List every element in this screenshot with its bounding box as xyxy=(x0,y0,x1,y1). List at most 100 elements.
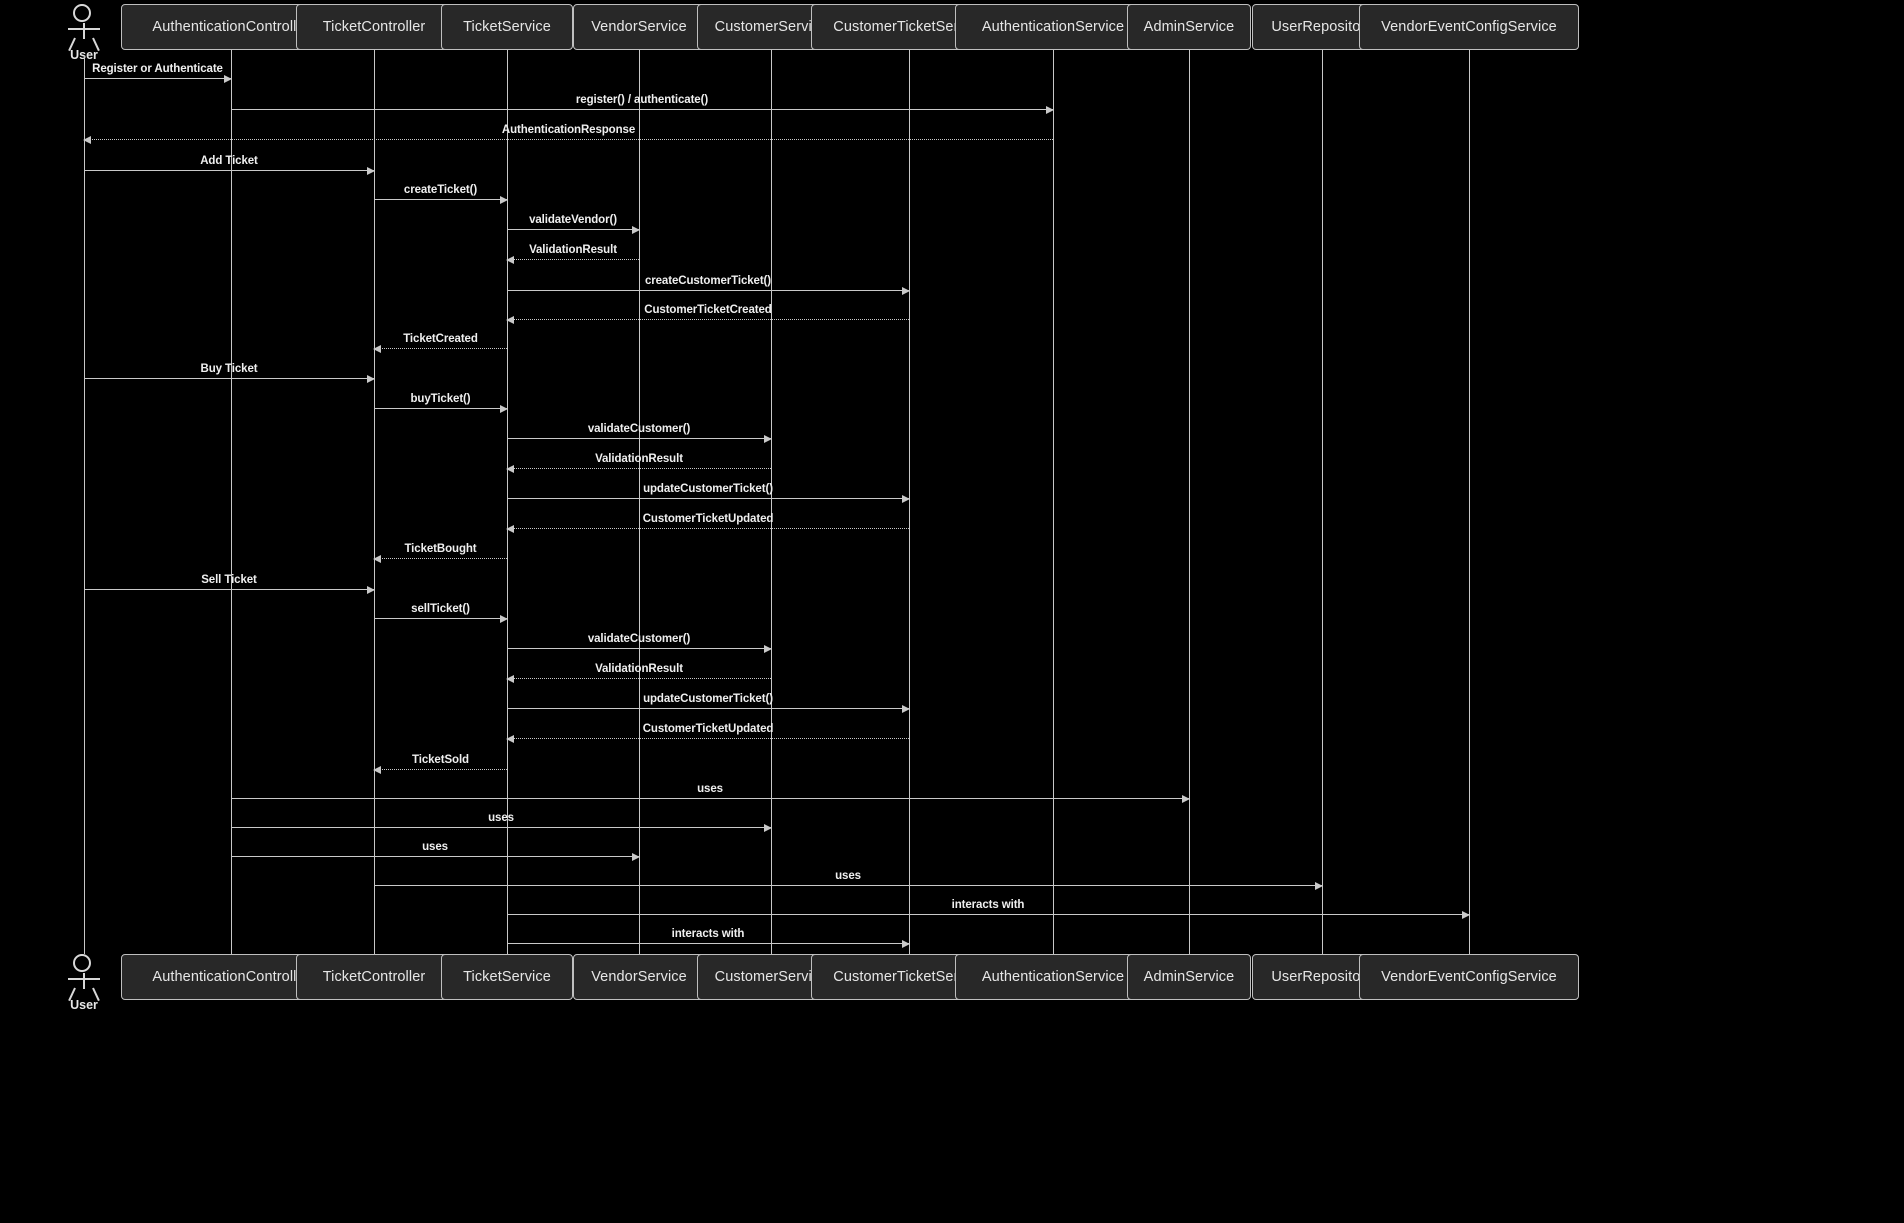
arrowhead-icon xyxy=(506,735,514,743)
message-label: uses xyxy=(835,870,861,882)
actor-label-bottom: User xyxy=(70,998,98,1012)
participant-box-vendorservice-bottom[interactable]: VendorService xyxy=(573,954,705,1000)
arrowhead-icon xyxy=(506,316,514,324)
arrowhead-icon xyxy=(902,940,910,948)
message-label: updateCustomerTicket() xyxy=(643,693,773,705)
message-arrow: CustomerTicketUpdated xyxy=(506,723,909,743)
message-arrow: CustomerTicketUpdated xyxy=(506,513,909,533)
arrowhead-icon xyxy=(373,555,381,563)
participant-label-authenticationcontroller: AuthenticationController xyxy=(152,19,310,35)
participant-label-vendorservice: VendorService xyxy=(591,969,687,985)
lifeline-vendoreventconfigservice xyxy=(1469,50,1470,954)
message-label: CustomerTicketUpdated xyxy=(642,723,774,735)
message-label: TicketCreated xyxy=(403,333,478,345)
participant-box-ticketservice-top[interactable]: TicketService xyxy=(441,4,573,50)
arrowhead-icon xyxy=(224,75,232,83)
message-label: TicketSold xyxy=(412,754,469,766)
participant-box-ticketcontroller-top[interactable]: TicketController xyxy=(296,4,452,50)
arrowhead-icon xyxy=(902,495,910,503)
message-label: interacts with xyxy=(951,899,1025,911)
participant-label-ticketservice: TicketService xyxy=(463,19,551,35)
message-label: validateCustomer() xyxy=(587,633,691,645)
message-arrow: uses xyxy=(231,812,772,832)
message-label: ValidationResult xyxy=(595,663,683,675)
message-arrow: register() / authenticate() xyxy=(231,94,1054,114)
message-arrow: sellTicket() xyxy=(374,603,508,623)
message-arrow: Register or Authenticate xyxy=(84,63,232,83)
message-arrow: createTicket() xyxy=(374,184,508,204)
message-label: ValidationResult xyxy=(595,453,683,465)
message-arrow: CustomerTicketCreated xyxy=(506,304,909,324)
participant-label-vendoreventconfigservice: VendorEventConfigService xyxy=(1381,969,1557,985)
arrowhead-icon xyxy=(367,586,375,594)
message-label: Add Ticket xyxy=(200,155,258,167)
message-label: updateCustomerTicket() xyxy=(643,483,773,495)
participant-box-vendorservice-top[interactable]: VendorService xyxy=(573,4,705,50)
participant-box-vendoreventconfigservice-top[interactable]: VendorEventConfigService xyxy=(1359,4,1579,50)
participant-label-ticketservice: TicketService xyxy=(463,969,551,985)
participant-box-adminservice-bottom[interactable]: AdminService xyxy=(1127,954,1251,1000)
arrowhead-icon xyxy=(373,766,381,774)
message-arrow: TicketCreated xyxy=(373,333,507,353)
message-arrow: validateCustomer() xyxy=(507,633,772,653)
message-label: sellTicket() xyxy=(411,603,470,615)
message-arrow: TicketSold xyxy=(373,754,507,774)
actor-head-icon xyxy=(73,4,91,22)
arrowhead-icon xyxy=(506,525,514,533)
message-label: CustomerTicketUpdated xyxy=(642,513,774,525)
participant-box-adminservice-top[interactable]: AdminService xyxy=(1127,4,1251,50)
participant-label-ticketcontroller: TicketController xyxy=(322,969,426,985)
message-arrow: validateVendor() xyxy=(507,214,640,234)
message-label: AuthenticationResponse xyxy=(501,124,636,136)
participant-box-ticketcontroller-bottom[interactable]: TicketController xyxy=(296,954,452,1000)
message-arrow: Add Ticket xyxy=(84,155,375,175)
participant-box-vendoreventconfigservice-bottom[interactable]: VendorEventConfigService xyxy=(1359,954,1579,1000)
message-arrow: interacts with xyxy=(507,899,1470,919)
message-arrow: TicketBought xyxy=(373,543,507,563)
message-arrow: Buy Ticket xyxy=(84,363,375,383)
participant-label-authenticationservice: AuthenticationService xyxy=(981,969,1125,985)
message-arrow: createCustomerTicket() xyxy=(507,275,910,295)
message-arrow: uses xyxy=(231,783,1190,803)
message-label: TicketBought xyxy=(404,543,477,555)
message-arrow: ValidationResult xyxy=(506,453,771,473)
participant-box-authenticationservice-top[interactable]: AuthenticationService xyxy=(955,4,1151,50)
message-label: createTicket() xyxy=(403,184,478,196)
arrowhead-icon xyxy=(506,675,514,683)
lifeline-userrepository xyxy=(1322,50,1323,954)
participant-box-ticketservice-bottom[interactable]: TicketService xyxy=(441,954,573,1000)
message-label: ValidationResult xyxy=(529,244,617,256)
sequence-diagram-canvas: User User Register or Authenticate regist… xyxy=(0,0,1904,1223)
lifeline-authenticationservice xyxy=(1053,50,1054,954)
arrowhead-icon xyxy=(83,136,91,144)
participant-label-authenticationcontroller: AuthenticationController xyxy=(152,969,310,985)
message-label: validateCustomer() xyxy=(587,423,691,435)
arrowhead-icon xyxy=(500,615,508,623)
actor-body-icon xyxy=(83,973,85,989)
participant-label-userrepository: UserRepository xyxy=(1271,19,1373,35)
actor-arms-icon xyxy=(68,28,100,30)
arrowhead-icon xyxy=(367,375,375,383)
message-arrow: ValidationResult xyxy=(506,244,639,264)
arrowhead-icon xyxy=(1315,882,1323,890)
lifeline-adminservice xyxy=(1189,50,1190,954)
arrowhead-icon xyxy=(1046,106,1054,114)
arrowhead-icon xyxy=(500,405,508,413)
message-arrow: Sell Ticket xyxy=(84,574,375,594)
message-arrow: validateCustomer() xyxy=(507,423,772,443)
message-label: Register or Authenticate xyxy=(92,63,223,75)
arrowhead-icon xyxy=(1182,795,1190,803)
arrowhead-icon xyxy=(764,824,772,832)
participant-label-adminservice: AdminService xyxy=(1143,19,1235,35)
message-label: interacts with xyxy=(671,928,745,940)
message-label: createCustomerTicket() xyxy=(644,275,772,287)
actor-body-icon xyxy=(83,23,85,39)
message-arrow: updateCustomerTicket() xyxy=(507,483,910,503)
arrowhead-icon xyxy=(506,256,514,264)
participant-label-vendoreventconfigservice: VendorEventConfigService xyxy=(1381,19,1557,35)
message-arrow: AuthenticationResponse xyxy=(83,124,1053,144)
participant-label-ticketcontroller: TicketController xyxy=(322,19,426,35)
arrowhead-icon xyxy=(632,853,640,861)
participant-box-authenticationservice-bottom[interactable]: AuthenticationService xyxy=(955,954,1151,1000)
participant-label-userrepository: UserRepository xyxy=(1271,969,1373,985)
